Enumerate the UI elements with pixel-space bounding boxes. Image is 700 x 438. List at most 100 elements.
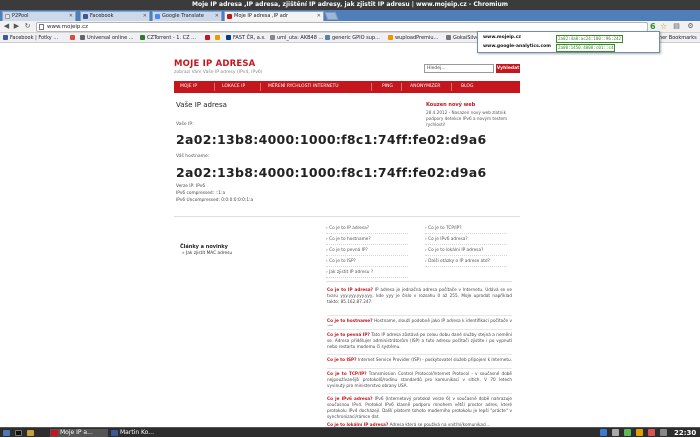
bookmark-gpio[interactable]: generic GPIO sup... — [325, 33, 380, 43]
tray-app-icon[interactable] — [648, 429, 655, 436]
tab-favicon — [227, 14, 232, 19]
favicon — [80, 35, 85, 40]
divider — [327, 315, 512, 316]
popup-ip: 2a02:4a8:ac24:100::96:242 — [556, 35, 624, 43]
faq-link[interactable]: › Jak zjistit IP adresu ? — [326, 268, 408, 278]
close-icon[interactable]: ✕ — [317, 12, 321, 21]
favicon — [325, 35, 330, 40]
ip-label: Vaše IP: — [176, 122, 194, 127]
bookmark-wupload[interactable]: wuploadPremiu... — [388, 33, 438, 43]
bookmark-universal[interactable]: Universal online ... — [80, 33, 134, 43]
nav-separator — [214, 83, 215, 91]
nav-separator — [451, 83, 452, 91]
update-icon[interactable] — [636, 429, 643, 436]
popup-row: www.google-analytics.com 2a00:1450:4008:… — [481, 43, 658, 52]
favicon — [215, 35, 220, 40]
divider — [327, 354, 512, 355]
nav-separator — [371, 83, 372, 91]
tab-p2pool[interactable]: P2Pool ✕ — [2, 11, 76, 21]
divider — [326, 281, 512, 282]
ipv6-compressed: IPv6 compressed: ::1:a — [176, 191, 226, 196]
faq-item: Co je IPv6 adresa? IPv6 (Internetový pro… — [327, 396, 512, 419]
files-icon[interactable] — [26, 429, 36, 437]
faq-link[interactable]: › Další otázky o IP adrese atd? — [425, 257, 507, 267]
close-icon[interactable]: ✕ — [69, 12, 73, 21]
start-menu-icon[interactable] — [2, 429, 12, 437]
tab-label: Facebook — [90, 13, 114, 19]
page-title: Vaše IP adresa — [176, 101, 227, 109]
faq-link[interactable]: › Co je to hostname? — [326, 235, 408, 245]
nav-separator — [401, 83, 402, 91]
faq-link[interactable]: › Co je to ISP? — [326, 257, 408, 267]
popup-ip: 2a00:1450:4008:c01::c4 — [556, 44, 616, 52]
faq-link[interactable]: › Co je IPv6 adresa? — [425, 235, 507, 245]
faq-link[interactable]: › Co je to pevná IP? — [326, 246, 408, 256]
divider — [327, 393, 512, 394]
faq-link[interactable]: › Co je to IP adresa? — [326, 224, 408, 234]
nav-ping[interactable]: PING — [382, 81, 393, 93]
bookmark-facebook[interactable]: Facebook | Fotky ... — [3, 33, 58, 43]
network-icon[interactable] — [600, 429, 607, 436]
favicon — [388, 35, 393, 40]
bookmark-star-icon[interactable]: ☆ — [660, 22, 667, 32]
favicon — [270, 35, 275, 40]
popup-row: www.mojeip.cz 2a02:4a8:ac24:100::96:242 — [481, 34, 658, 43]
battery-icon[interactable] — [624, 429, 631, 436]
faq-link[interactable]: › Co je to TCP/IP? — [425, 224, 507, 234]
web-page: MOJE IP ADRESA zobrazí Vám Vaše IP adres… — [0, 44, 700, 427]
back-icon[interactable]: ◀ — [2, 22, 11, 31]
new-tab-button[interactable] — [324, 12, 339, 20]
nav-anonymizer[interactable]: ANONYMIZER — [410, 81, 440, 93]
site-search-input[interactable]: Hledej... — [424, 64, 494, 73]
news-title[interactable]: Kouzen nový web — [426, 102, 475, 108]
taskbar-app-chromium[interactable]: Moje IP a... — [50, 429, 108, 437]
popup-domain: www.google-analytics.com — [483, 44, 551, 49]
tab-moje-ip[interactable]: Moje IP adresa ,IP adr ✕ — [224, 11, 324, 21]
tab-label: P2Pool — [12, 13, 29, 19]
faq-link[interactable]: › Co je to lokální IP adresa? — [425, 246, 507, 256]
terminal-icon[interactable] — [14, 429, 24, 437]
reload-icon[interactable]: ↻ — [23, 22, 32, 31]
nav-moje-ip[interactable]: MOJE IP — [180, 81, 197, 93]
divider — [327, 368, 512, 369]
ipv6-uncompressed: IPv6 Uncompressed: 0:0:0:0:0:0:1:a — [176, 198, 254, 203]
site-nav: MOJE IP LOKACE IP MĚŘENÍ RYCHLOSTI INTER… — [174, 81, 520, 93]
wrench-icon[interactable]: ⚙ — [686, 22, 695, 31]
close-icon[interactable]: ✕ — [143, 12, 147, 21]
taskbar: Moje IP a... Martin Ko... 22:30 — [0, 427, 700, 437]
divider — [174, 216, 520, 217]
article-link[interactable]: » Jak zjistit MAC adresu — [182, 251, 232, 256]
nav-blog[interactable]: BLOG — [461, 81, 473, 93]
bookmark-cztorrent[interactable]: CZTorrent - 1. CZ ... — [140, 33, 196, 43]
page-menu-icon[interactable]: ▤ — [672, 22, 681, 31]
favicon — [205, 35, 210, 40]
forward-icon[interactable]: ▶ — [12, 22, 21, 31]
nav-mereni[interactable]: MĚŘENÍ RYCHLOSTI INTERNETU — [268, 81, 339, 93]
favicon — [226, 35, 231, 40]
faq-item: Co je to ISP? Internet Service Provider … — [327, 357, 512, 362]
bookmark-uml[interactable]: uml_uta: AKB48 ... — [270, 33, 323, 43]
faq-item: Co je to IP adresa? IP adresa je jednačn… — [327, 287, 512, 304]
nav-lokace-ip[interactable]: LOKACE IP — [222, 81, 245, 93]
news-text: 28.4.2012 - Nasazen nový web zlatnik pod… — [426, 110, 508, 127]
ip-version: Verze IP: IPv6 — [176, 184, 206, 189]
tab-favicon — [155, 14, 160, 19]
ip-extension-popup: www.mojeip.cz 2a02:4a8:ac24:100::96:242 … — [477, 31, 660, 53]
volume-icon[interactable] — [612, 429, 619, 436]
keyboard-icon[interactable] — [660, 429, 667, 436]
taskbar-app-martin[interactable]: Martin Ko... — [110, 429, 168, 437]
tab-favicon — [5, 14, 10, 19]
tab-google-translate[interactable]: Google Translate ✕ — [152, 11, 222, 21]
site-logo[interactable]: MOJE IP ADRESA — [174, 59, 255, 69]
site-search-button[interactable]: Vyhledat — [496, 64, 520, 73]
favicon — [446, 35, 451, 40]
bookmark-fast[interactable]: FAST ČR, a.s. — [226, 33, 266, 43]
tab-favicon — [83, 14, 88, 19]
faq-item: Co je to hostname? Hostname, slouží podo… — [327, 318, 512, 326]
tab-facebook[interactable]: Facebook ✕ — [80, 11, 150, 21]
faq-item: Co je to TCP/IP? Transmission Control Pr… — [327, 371, 512, 388]
close-icon[interactable]: ✕ — [215, 12, 219, 21]
popup-domain: www.mojeip.cz — [483, 35, 522, 40]
window-title: Moje IP adresa ,IP adresa, zjištění IP a… — [0, 0, 700, 10]
tab-strip: P2Pool ✕ Facebook ✕ Google Translate ✕ M… — [0, 10, 700, 29]
